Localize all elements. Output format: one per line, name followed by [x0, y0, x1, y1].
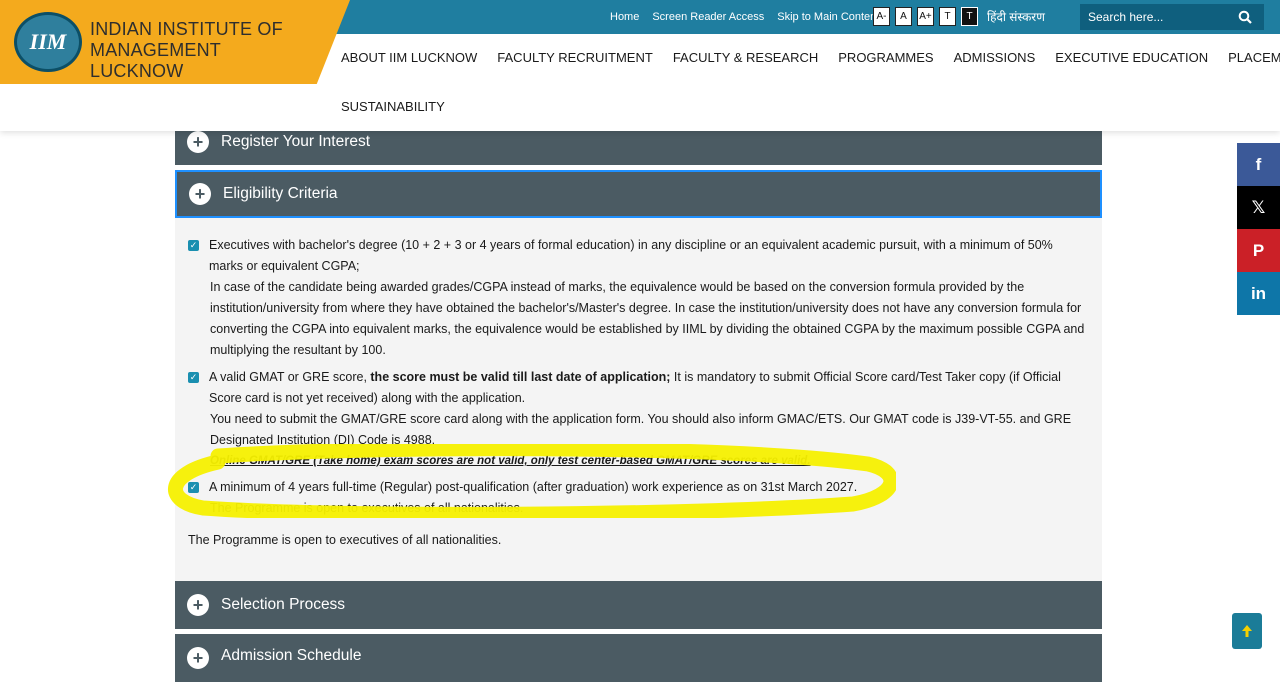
- list-item: ✓ Executives with bachelor's degree (10 …: [188, 235, 1088, 361]
- item-text: A valid GMAT or GRE score, the score mus…: [209, 370, 1061, 405]
- plus-icon: +: [187, 594, 209, 616]
- site-header: IIM INDIAN INSTITUTE OF MANAGEMENT LUCKN…: [0, 0, 1280, 131]
- search-input[interactable]: [1080, 4, 1226, 30]
- arrow-up-icon: [1242, 625, 1252, 637]
- checkbox-icon: ✓: [188, 482, 199, 493]
- plus-icon: +: [187, 647, 209, 669]
- logo-line-2: MANAGEMENT LUCKNOW: [90, 40, 221, 81]
- nav-faculty-recruitment[interactable]: FACULTY RECRUITMENT: [497, 50, 653, 65]
- skip-to-main-link[interactable]: Skip to Main Content: [777, 11, 879, 23]
- facebook-icon[interactable]: f: [1237, 143, 1280, 186]
- plus-icon: +: [187, 130, 209, 153]
- font-increase-button[interactable]: A+: [917, 7, 934, 26]
- search-icon: [1238, 10, 1252, 24]
- item-text: Executives with bachelor's degree (10 + …: [209, 238, 1053, 273]
- nav-admissions[interactable]: ADMISSIONS: [954, 50, 1036, 65]
- logo-line-1: INDIAN INSTITUTE OF: [90, 19, 283, 39]
- item-note: Online GMAT/GRE (Take home) exam scores …: [210, 455, 811, 467]
- nav-faculty-research[interactable]: FACULTY & RESEARCH: [673, 50, 818, 65]
- scroll-to-top-button[interactable]: [1232, 613, 1262, 649]
- accordion-eligibility-criteria[interactable]: + Eligibility Criteria: [175, 170, 1102, 218]
- linkedin-icon[interactable]: in: [1237, 272, 1280, 315]
- search-box: [1080, 4, 1264, 30]
- logo-block[interactable]: IIM INDIAN INSTITUTE OF MANAGEMENT LUCKN…: [0, 0, 350, 84]
- nav-placements[interactable]: PLACEMENTS: [1228, 50, 1280, 65]
- nav-about[interactable]: ABOUT IIM LUCKNOW: [341, 50, 477, 65]
- top-links: Home Screen Reader Access Skip to Main C…: [610, 0, 879, 34]
- list-item: ✓ A minimum of 4 years full-time (Regula…: [188, 477, 1088, 519]
- item-text: A minimum of 4 years full-time (Regular)…: [209, 480, 858, 494]
- institute-name: INDIAN INSTITUTE OF MANAGEMENT LUCKNOW: [90, 19, 310, 82]
- accordion-selection-process[interactable]: + Selection Process: [175, 581, 1102, 629]
- nav-sustainability[interactable]: SUSTAINABILITY: [341, 99, 445, 114]
- list-item: ✓ A valid GMAT or GRE score, the score m…: [188, 367, 1088, 472]
- font-decrease-button[interactable]: A-: [873, 7, 890, 26]
- pinterest-icon[interactable]: P: [1237, 229, 1280, 272]
- x-twitter-icon[interactable]: 𝕏: [1237, 186, 1280, 229]
- plus-icon: +: [189, 183, 211, 205]
- nav-executive-education[interactable]: EXECUTIVE EDUCATION: [1055, 50, 1208, 65]
- iim-emblem-icon: IIM: [14, 12, 82, 72]
- accordion-title: Selection Process: [221, 596, 346, 613]
- nav-programmes[interactable]: PROGRAMMES: [838, 50, 933, 65]
- item-subtext: In case of the candidate being awarded g…: [210, 280, 1085, 357]
- social-share-bar: f 𝕏 P in: [1237, 143, 1280, 315]
- main-nav: ABOUT IIM LUCKNOW FACULTY RECRUITMENT FA…: [341, 50, 1280, 114]
- nationality-note: The Programme is open to executives of a…: [188, 533, 502, 547]
- hindi-version-link[interactable]: हिंदी संस्करण: [987, 8, 1045, 25]
- item-subtext: You need to submit the GMAT/GRE score ca…: [210, 412, 1072, 447]
- checkbox-icon: ✓: [188, 240, 199, 251]
- accordion-admission-schedule[interactable]: + Admission Schedule: [175, 634, 1102, 682]
- screen-reader-link[interactable]: Screen Reader Access: [652, 11, 764, 23]
- light-theme-button[interactable]: T: [939, 7, 956, 26]
- eligibility-panel: ✓ Executives with bachelor's degree (10 …: [175, 218, 1102, 581]
- accordion-title: Admission Schedule: [221, 647, 362, 664]
- home-link[interactable]: Home: [610, 11, 639, 23]
- main-content: + Register Your Interest + Eligibility C…: [175, 118, 1102, 682]
- item-subtext: The Programme is open to executives of a…: [210, 501, 524, 515]
- checkbox-icon: ✓: [188, 372, 199, 383]
- font-normal-button[interactable]: A: [895, 7, 912, 26]
- dark-theme-button[interactable]: T: [961, 7, 978, 26]
- search-button[interactable]: [1226, 4, 1264, 30]
- accordion-title: Eligibility Criteria: [223, 185, 338, 202]
- accordion-title: Register Your Interest: [221, 132, 371, 150]
- font-size-controls: A- A A+ T T: [873, 7, 978, 26]
